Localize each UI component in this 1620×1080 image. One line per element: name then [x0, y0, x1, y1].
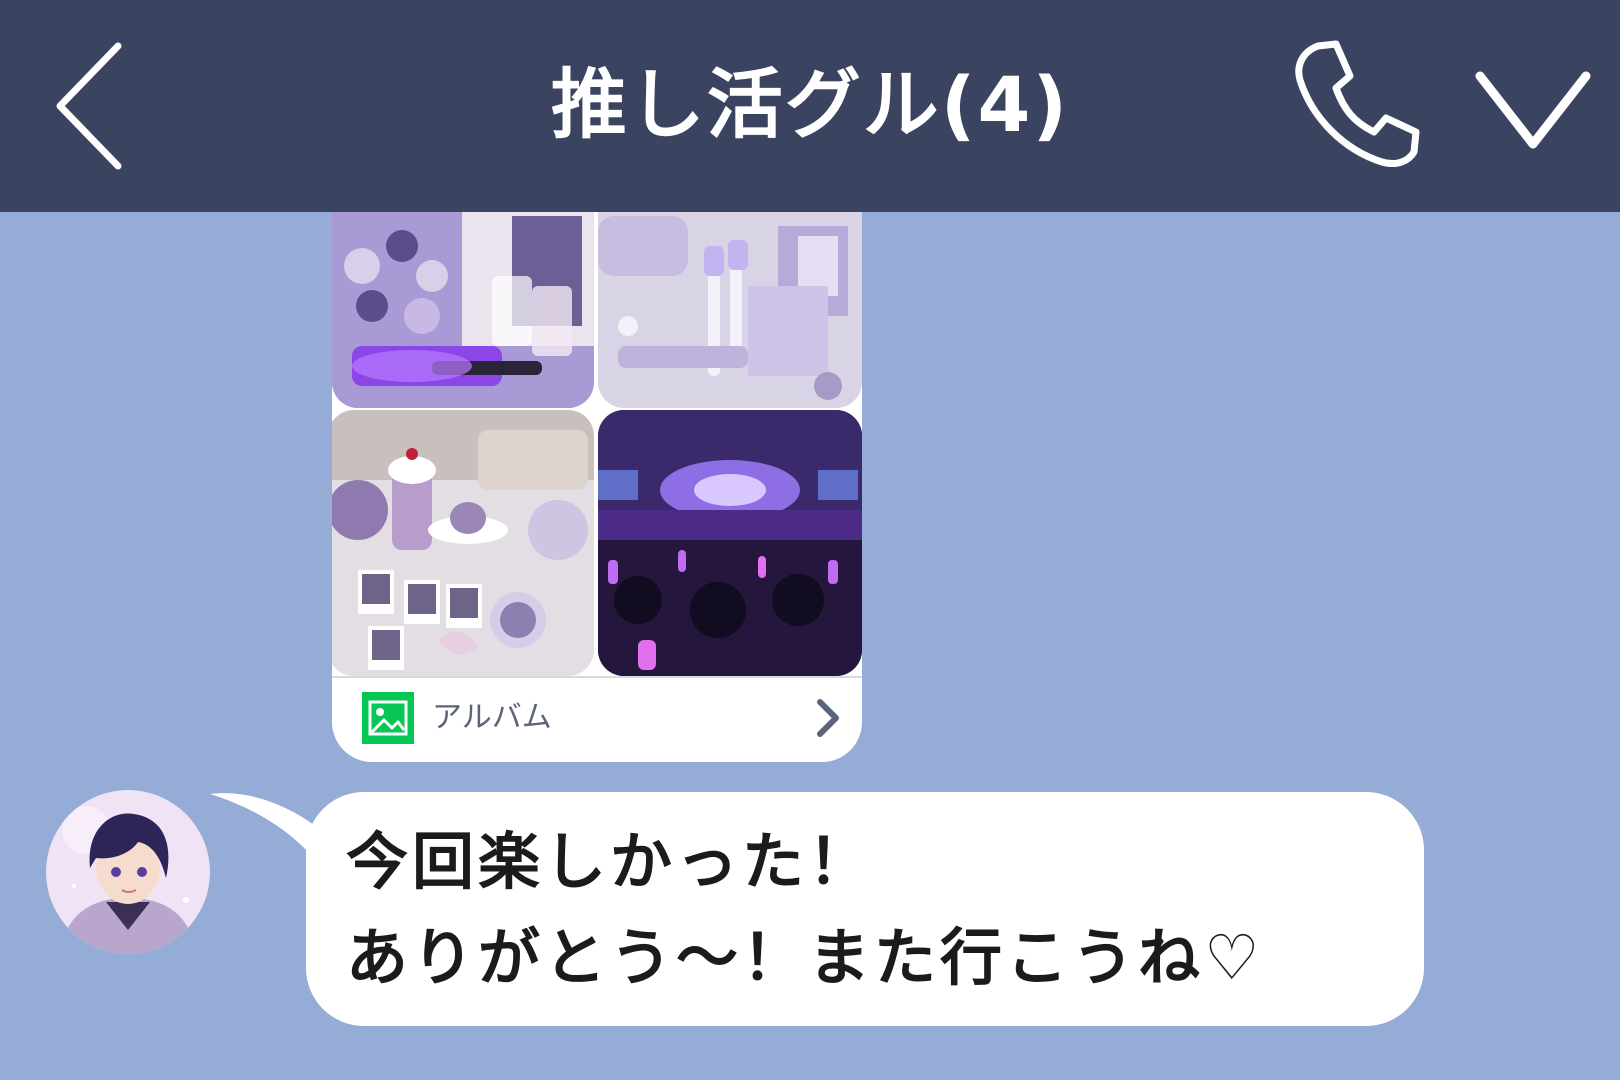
album-message[interactable]: アルバム [332, 212, 862, 762]
image-icon [362, 692, 414, 744]
cafe-photo[interactable] [332, 410, 594, 676]
back-button[interactable] [48, 40, 138, 172]
phone-icon [1295, 40, 1420, 168]
merch-photo[interactable] [332, 212, 594, 408]
message-line: ありがとう～！また行こうね♡ [346, 921, 1264, 994]
concert-photo[interactable] [598, 410, 862, 676]
menu-button[interactable] [1474, 60, 1592, 156]
chat-title: 推し活グル(4) [550, 60, 1070, 149]
album-label: アルバム [432, 700, 552, 735]
avatar[interactable] [46, 790, 210, 954]
chevron-left-icon [56, 42, 122, 170]
chevron-down-icon [1475, 71, 1591, 149]
chevron-right-icon[interactable] [814, 698, 842, 738]
call-button[interactable] [1288, 36, 1424, 172]
album-footer[interactable]: アルバム [332, 678, 862, 762]
message-bubble[interactable]: 今回楽しかった！ ありがとう～！また行こうね♡ [306, 792, 1424, 1026]
penlight-photo[interactable] [598, 212, 862, 408]
message-line: 今回楽しかった！ [346, 825, 875, 898]
chat-header: 推し活グル(4) [0, 0, 1620, 212]
